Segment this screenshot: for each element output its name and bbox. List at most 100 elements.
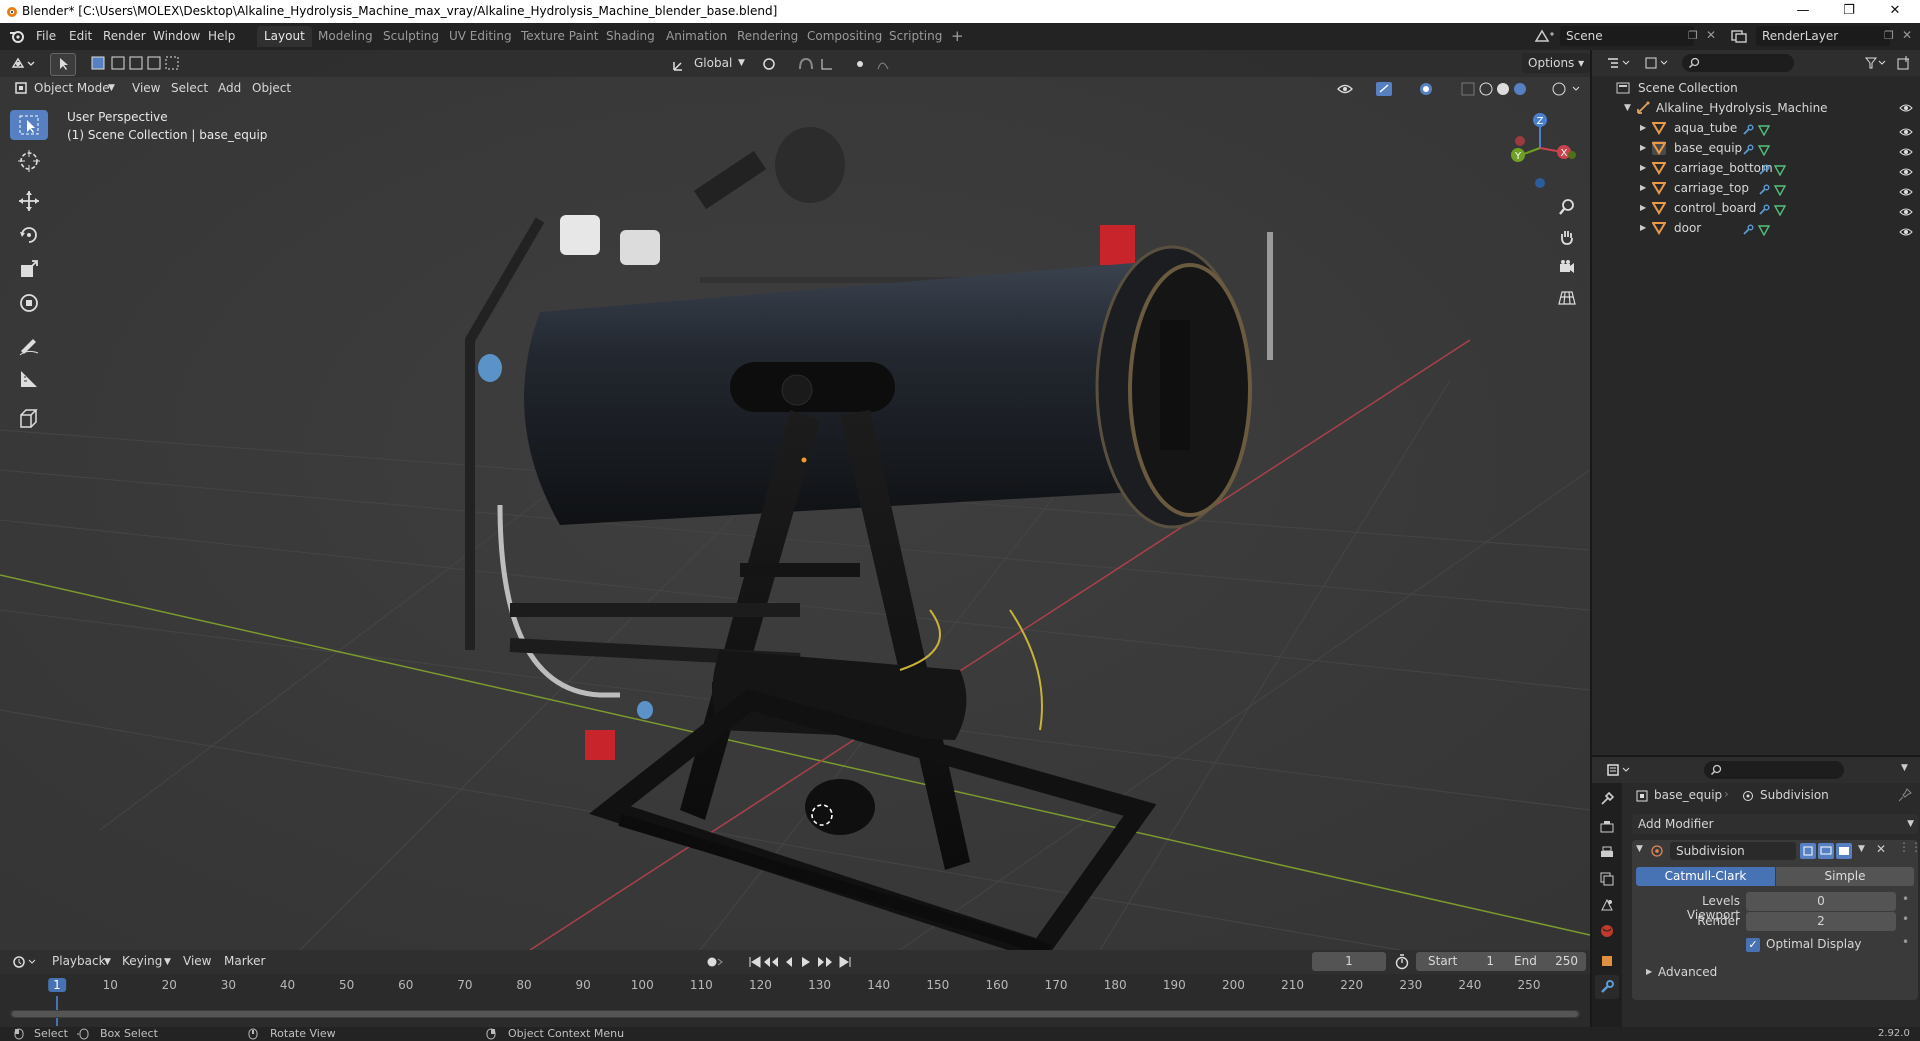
view-layer-field[interactable]: RenderLayer [1756,26,1890,46]
keyframe-dot-icon[interactable]: • [1902,935,1909,949]
outliner-item-carriage-bottom[interactable]: ▶ carriage_bottom [1592,158,1920,178]
editor-type-icon[interactable] [10,55,36,71]
properties-search-input[interactable] [1704,761,1844,779]
tab-uv-editing[interactable]: UV Editing [442,26,519,47]
add-modifier-dropdown[interactable]: Add Modifier ▼ [1632,814,1918,834]
outliner-search-input[interactable] [1682,54,1794,72]
catmull-clark-button[interactable]: Catmull-Clark [1636,867,1775,886]
menu-object[interactable]: Object [252,81,291,95]
maximize-button[interactable]: ❐ [1826,0,1872,23]
timeline-scroll-thumb[interactable] [12,1011,1578,1017]
menu-help[interactable]: Help [208,29,235,43]
tab-layout[interactable]: Layout [257,26,312,47]
tab-scene[interactable] [1595,893,1619,917]
object-mode-dropdown[interactable]: Object Mode [34,81,110,95]
navigation-gizmo[interactable]: Z X Y [1500,108,1576,188]
tab-compositing[interactable]: Compositing [800,26,889,47]
outliner-item-carriage-top[interactable]: ▶ carriage_top [1592,178,1920,198]
mesh-data-icon[interactable] [1757,222,1771,242]
tab-tool[interactable] [1595,787,1619,811]
selection-mode-icons[interactable] [90,55,180,71]
scale-tool[interactable] [10,254,48,284]
keyframe-dot-icon[interactable]: • [1902,912,1909,926]
new-collection-icon[interactable] [1896,55,1912,71]
new-scene-icon[interactable]: ❐ [1688,29,1698,42]
expand-arrow-icon[interactable]: ▶ [1640,138,1646,158]
tab-view-layer[interactable] [1595,867,1619,891]
collapse-arrow-icon[interactable]: ▼ [1636,844,1643,854]
tab-shading[interactable]: Shading [599,26,662,47]
camera-view-button[interactable] [1554,254,1580,280]
add-cube-tool[interactable] [10,404,48,434]
cursor-tool[interactable] [10,146,48,176]
menu-add[interactable]: Add [218,81,241,95]
outliner-item-base-equip[interactable]: ▶ base_equip [1592,138,1920,158]
options-dropdown[interactable]: Options ▾ [1522,53,1591,73]
tab-texture-paint[interactable]: Texture Paint [514,26,605,47]
outliner-collection-row[interactable]: ▼ Alkaline_Hydrolysis_Machine [1592,98,1920,118]
outliner-scene-collection[interactable]: Scene Collection [1592,78,1920,98]
menu-view[interactable]: View [132,81,160,95]
advanced-subpanel-toggle[interactable]: Advanced [1658,965,1717,979]
transform-tool[interactable] [10,288,48,318]
annotate-tool[interactable] [10,330,48,360]
outliner-item-control-board[interactable]: ▶ control_board [1592,198,1920,218]
playhead-frame-label[interactable]: 1 [48,978,66,992]
levels-viewport-field[interactable]: 0 [1746,892,1896,911]
remove-scene-icon[interactable]: ✕ [1706,28,1716,42]
tab-render[interactable] [1595,815,1619,839]
rotate-tool[interactable] [10,220,48,250]
tab-sculpting[interactable]: Sculpting [376,26,446,47]
new-view-layer-icon[interactable]: ❐ [1884,29,1894,42]
expand-arrow-icon[interactable]: ▶ [1640,198,1646,218]
menu-edit[interactable]: Edit [69,29,92,43]
view-layer-icon[interactable] [1730,28,1752,44]
modifier-visibility-icons[interactable] [1800,843,1854,859]
tab-output[interactable] [1595,841,1619,865]
pan-view-button[interactable] [1554,224,1580,250]
outliner-editor-icon[interactable] [1606,56,1632,70]
perspective-toggle-button[interactable] [1554,284,1580,310]
properties-editor-icon[interactable] [1606,763,1632,777]
menu-select[interactable]: Select [171,81,208,95]
simple-button[interactable]: Simple [1776,867,1914,886]
chevron-down-icon[interactable]: ▼ [1901,763,1908,773]
blender-menu-icon[interactable] [9,29,25,44]
chevron-down-icon[interactable]: ▼ [1858,844,1865,854]
tab-modifiers[interactable] [1595,975,1619,999]
close-window-button[interactable]: ✕ [1872,0,1918,23]
pin-icon[interactable] [1898,788,1912,802]
filter-icon[interactable] [1864,56,1886,70]
tab-scripting[interactable]: Scripting [882,26,949,47]
expand-arrow-icon[interactable]: ▶ [1646,967,1652,976]
menu-file[interactable]: File [36,29,56,43]
outliner-item-aqua-tube[interactable]: ▶ aqua_tube [1592,118,1920,138]
select-box-tool[interactable] [10,110,48,140]
rendered-shading-icon[interactable] [1551,80,1581,98]
tab-object[interactable] [1595,949,1619,973]
render-levels-field[interactable]: 2 [1746,912,1896,931]
menu-window[interactable]: Window [153,29,200,43]
scene-icon[interactable] [1534,28,1556,44]
expand-arrow-icon[interactable]: ▶ [1640,178,1646,198]
measure-tool[interactable] [10,364,48,394]
remove-view-layer-icon[interactable]: ✕ [1902,28,1912,42]
menu-render[interactable]: Render [103,29,146,43]
pivot-snap-proportional-icons[interactable] [760,55,900,73]
drag-handle-icon[interactable]: ⋮⋮ [1898,840,1920,854]
3d-viewport[interactable] [0,50,1590,950]
minimize-button[interactable]: — [1780,0,1826,23]
timeline-scrollbar[interactable] [10,1010,1580,1018]
outliner-item-door[interactable]: ▶ door [1592,218,1920,238]
zoom-view-button[interactable] [1554,194,1580,220]
eye-icon[interactable] [1899,223,1913,243]
expand-arrow-icon[interactable]: ▶ [1640,118,1646,138]
move-tool[interactable] [10,186,48,216]
modifier-name-field[interactable]: Subdivision [1670,842,1796,860]
tab-modeling[interactable]: Modeling [311,26,380,47]
transform-orientation-dropdown[interactable]: Global [694,56,732,70]
viewport-shading-icons[interactable] [1336,80,1536,98]
optimal-display-checkbox[interactable]: ✓ [1746,938,1760,952]
keyframe-dot-icon[interactable]: • [1902,892,1909,906]
tab-rendering[interactable]: Rendering [730,26,805,47]
